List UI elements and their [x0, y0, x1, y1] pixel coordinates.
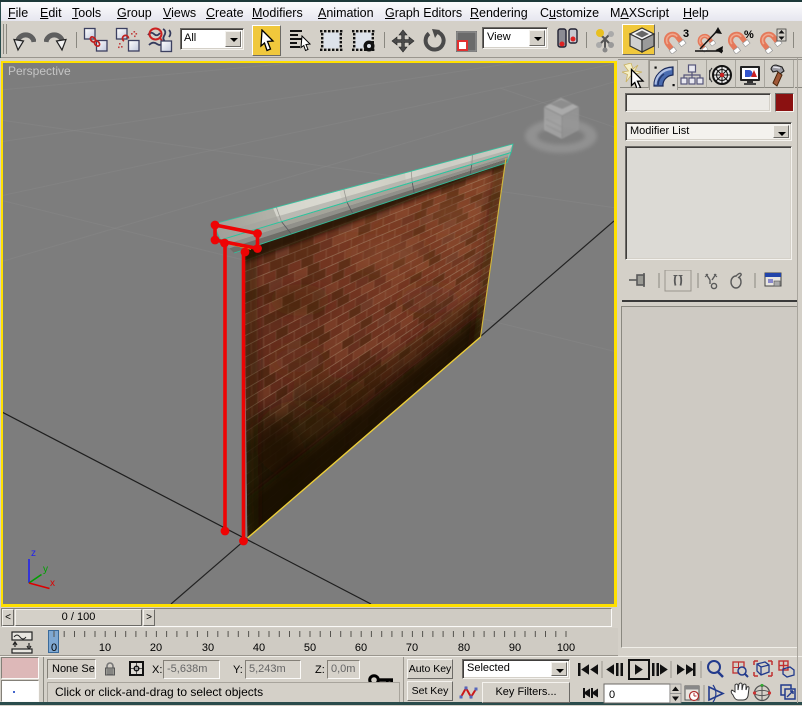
svg-text:x: x [50, 578, 55, 589]
svg-text:100: 100 [557, 642, 575, 654]
svg-text:20: 20 [150, 642, 162, 654]
svg-text:50: 50 [304, 642, 316, 654]
svg-text:0: 0 [609, 689, 615, 701]
svg-text:Perspective: Perspective [8, 64, 71, 78]
svg-text:0: 0 [51, 642, 57, 654]
svg-text:30: 30 [202, 642, 214, 654]
svg-text:60: 60 [355, 642, 367, 654]
svg-text:80: 80 [458, 642, 470, 654]
svg-text:%: % [744, 29, 754, 41]
svg-text:90: 90 [509, 642, 521, 654]
svg-text:y: y [43, 564, 48, 575]
svg-text:10: 10 [99, 642, 111, 654]
svg-text:70: 70 [406, 642, 418, 654]
svg-text:3: 3 [683, 28, 689, 40]
svg-text:40: 40 [253, 642, 265, 654]
svg-text:z: z [31, 548, 36, 559]
